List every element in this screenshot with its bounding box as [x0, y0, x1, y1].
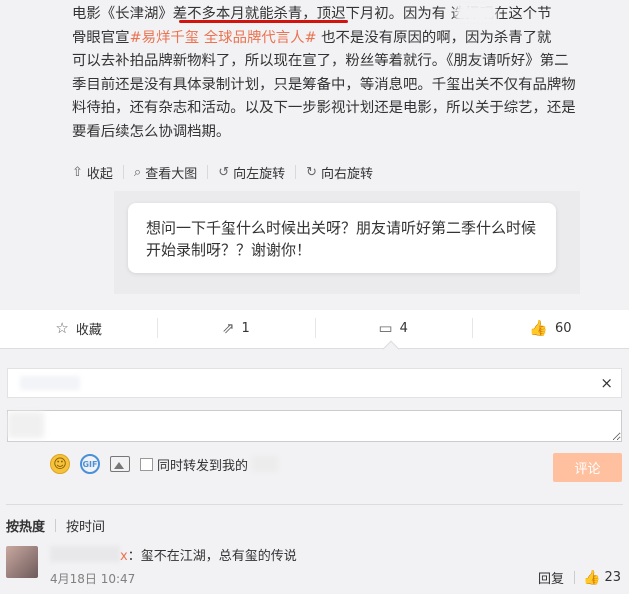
- post-line: 料待拍，还有杂志和活动。以及下一步影视计划还是电影，所以关于综艺，还是: [72, 97, 617, 121]
- rotate-left-button[interactable]: ↺ 向左旋转: [208, 163, 295, 182]
- star-icon: ☆: [55, 319, 69, 337]
- like-button[interactable]: 👍 60: [471, 310, 629, 346]
- media-toolbar: ⇧ 收起 ⌕ 查看大图 ↺ 向左旋转 ↻ 向右旋转: [72, 163, 383, 182]
- magnifier-icon: ⌕: [133, 164, 142, 180]
- blurred-region: [8, 412, 44, 438]
- comment-actions: 回复 👍 23: [538, 568, 621, 588]
- post-line: 季目前还是没有具体录制计划，只是筹备中，等消息吧。千玺出关不仅有品牌物: [72, 74, 617, 98]
- comment-text: x：玺不在江湖，总有玺的传说: [120, 549, 297, 564]
- reply-button[interactable]: 回复: [538, 568, 574, 587]
- submit-comment-button[interactable]: 评论: [553, 453, 622, 482]
- view-large-button[interactable]: ⌕ 查看大图: [124, 163, 207, 182]
- forward-option: 同时转发到我的: [140, 455, 279, 474]
- post-text-segment: 电影《长津湖》: [72, 6, 173, 22]
- forward-checkbox[interactable]: [140, 457, 153, 471]
- sort-by-hot[interactable]: 按热度: [6, 516, 55, 535]
- comment-time: 4月18日 10:47: [50, 572, 136, 586]
- question-bubble: 想问一下千玺什么时候出关呀？朋友请听好第二季什么时候开始录制呀？？谢谢你！: [128, 203, 556, 273]
- post-text: 电影《长津湖》差不多本月就能杀青，顶迟下月初。因为有 选择现在这个节 骨眼官宣#易…: [72, 3, 617, 145]
- emoji-icon[interactable]: ☺: [50, 454, 70, 474]
- topic-link[interactable]: #易烊千玺: [130, 30, 200, 46]
- blurred-region: [456, 4, 496, 22]
- repost-button[interactable]: ⇗ 1: [157, 310, 314, 346]
- image-icon[interactable]: [110, 456, 130, 472]
- blurred-notice: [20, 376, 80, 390]
- notice-bar: ×: [7, 368, 622, 398]
- post-text-segment: 可以去补拍品牌新物料了，所以现在宣了，粉丝等着就行。《朋友请听好》第二: [72, 53, 569, 70]
- post-line: 要看后续怎么协调档期。: [72, 121, 617, 145]
- rotate-right-icon: ↻: [306, 164, 318, 180]
- action-bar: ☆ 收藏 ⇗ 1 ▭ 4 👍 60: [0, 310, 629, 346]
- share-icon: ⇗: [221, 319, 235, 337]
- comment-button[interactable]: ▭ 4: [314, 310, 472, 346]
- post-text-segment: 季目前还是没有具体录制计划，只是筹备中，等消息吧。千玺出关不仅有品牌物: [72, 76, 576, 93]
- post-line: 可以去补拍品牌新物料了，所以现在宣了，粉丝等着就行。《朋友请听好》第二: [72, 50, 617, 74]
- gif-icon[interactable]: GIF: [80, 454, 100, 474]
- post-text-segment: 料待拍，还有杂志和活动。以及下一步影视计划还是电影，所以关于综艺，还是: [72, 100, 576, 117]
- favorite-button[interactable]: ☆ 收藏: [0, 310, 157, 346]
- comment-username[interactable]: x: [120, 549, 128, 564]
- avatar[interactable]: [6, 546, 38, 578]
- thumbs-up-icon: 👍: [529, 319, 548, 337]
- question-text: 想问一下千玺什么时候出关呀？朋友请听好第二季什么时候开始录制呀？？谢谢你！: [146, 219, 537, 259]
- sort-tabs: 按热度 按时间: [6, 516, 115, 535]
- post-body: 电影《长津湖》差不多本月就能杀青，顶迟下月初。因为有 选择现在这个节 骨眼官宣#易…: [0, 0, 629, 310]
- post-line: 电影《长津湖》差不多本月就能杀青，顶迟下月初。因为有 选择现在这个节: [72, 3, 617, 27]
- thumbs-up-icon: 👍: [583, 569, 601, 586]
- post-text-segment: 要看后续怎么协调档期。: [72, 123, 231, 140]
- collapse-icon: ⇧: [72, 164, 83, 180]
- divider: [6, 504, 623, 505]
- post-line: 骨眼官宣#易烊千玺 全球品牌代言人# 也不是没有原因的啊，因为杀青了就: [72, 27, 617, 51]
- rotate-left-icon: ↺: [218, 164, 230, 180]
- close-icon[interactable]: ×: [600, 374, 613, 392]
- forward-label: 同时转发到我的: [157, 458, 249, 474]
- comment-icon: ▭: [378, 319, 393, 337]
- comment-like-button[interactable]: 👍 23: [575, 570, 621, 586]
- composer-tools: ☺ GIF 同时转发到我的: [50, 452, 279, 476]
- red-underline-annotation: [179, 20, 348, 23]
- comment-input[interactable]: [7, 410, 622, 442]
- rotate-right-button[interactable]: ↻ 向右旋转: [296, 163, 383, 182]
- blurred-region: [252, 456, 279, 472]
- collapse-button[interactable]: ⇧ 收起: [72, 163, 123, 182]
- sort-by-time[interactable]: 按时间: [56, 516, 115, 535]
- post-text-segment: 也不是没有原因的啊，因为杀青了就: [316, 29, 552, 46]
- topic-link[interactable]: 全球品牌代言人#: [204, 30, 317, 46]
- post-text-segment: 骨眼官宣: [72, 29, 130, 46]
